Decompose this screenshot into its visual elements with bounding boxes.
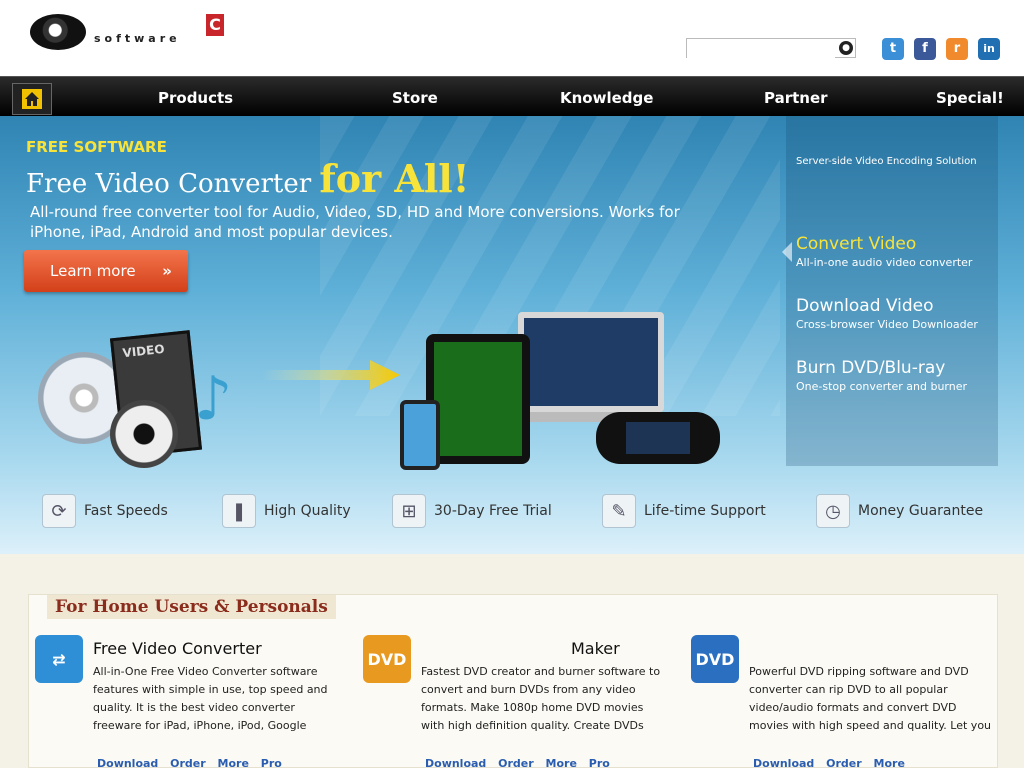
twitter-icon[interactable]: t [882,38,904,60]
side-item-subtitle: One-stop converter and burner [796,380,968,393]
site-header: software C ● t f r in [0,0,1024,76]
laptop-icon [518,312,664,412]
video-converter-icon: ⇄ [35,635,83,683]
cart-icon: ⊞ [392,494,426,528]
refresh-icon: ⟳ [42,494,76,528]
logo-disc-icon [30,14,86,50]
search-input[interactable] [687,42,835,60]
tablet-icon [426,334,530,464]
download-link[interactable]: Download [753,757,814,768]
card-description: Powerful DVD ripping software and DVD co… [749,665,992,732]
card-links: Download Order More Pro [425,757,618,768]
card-description: All-in-One Free Video Converter software… [93,665,328,732]
hero-eyebrow: FREE SOFTWARE [26,138,167,156]
facebook-icon[interactable]: f [914,38,936,60]
pro-link[interactable]: Pro [589,757,610,768]
hero-headline-start: Free Video Converter [26,169,312,199]
devices-illustration [400,312,730,472]
download-link[interactable]: Download [97,757,158,768]
nav-partner[interactable]: Partner [754,82,838,114]
hero-headline: Free Video Converter for All! [26,156,469,201]
side-item-subtitle: Cross-browser Video Downloader [796,318,978,331]
bookmark-icon: ❚ [222,494,256,528]
more-link[interactable]: More [218,757,249,768]
speaker-icon [110,400,178,468]
card-title[interactable]: Free Video Converter [93,639,262,658]
learn-more-label: Learn more [50,262,136,280]
main-nav: Products Store Knowledge Partner Special… [0,76,1024,116]
card-links: Download Order More [753,757,913,768]
hero-side-menu: Server-side Video Encoding Solution Conv… [782,116,998,466]
wrench-icon: ✎ [602,494,636,528]
search-box: ● [686,38,856,60]
search-icon[interactable]: ● [839,41,853,55]
logo-mark: C [206,14,224,36]
logo-wordmark: software [94,32,181,45]
feature-label: 30-Day Free Trial [434,503,552,519]
section-heading: For Home Users & Personals [47,595,336,619]
card-title[interactable]: Maker [571,639,620,658]
feature-fast-speeds: ⟳ Fast Speeds [42,494,168,528]
side-top-text[interactable]: Server-side Video Encoding Solution [796,156,992,167]
conversion-arrow-icon [262,360,400,390]
learn-more-button[interactable]: Learn more » [24,250,188,292]
card-links: Download Order More Pro [97,757,290,768]
nav-products[interactable]: Products [148,82,243,114]
download-link[interactable]: Download [425,757,486,768]
side-item-burn-dvd[interactable]: Burn DVD/Blu-ray One-stop converter and … [796,358,996,393]
product-card-dvd-maker: DVD Maker Fastest DVD creator and burner… [363,631,663,768]
feature-free-trial: ⊞ 30-Day Free Trial [392,494,552,528]
hero-tagline: All-round free converter tool for Audio,… [30,203,680,241]
rss-icon[interactable]: r [946,38,968,60]
feature-label: High Quality [264,503,351,519]
side-item-title: Convert Video [796,234,917,254]
product-card-video-converter: ⇄ Free Video Converter All-in-One Free V… [35,631,335,768]
side-item-subtitle: All-in-one audio video converter [796,256,973,269]
more-link[interactable]: More [874,757,905,768]
feature-label: Fast Speeds [84,503,168,519]
product-card-dvd-ripper: DVD Powerful DVD ripping software and DV… [691,631,991,768]
order-link[interactable]: Order [170,757,206,768]
feature-high-quality: ❚ High Quality [222,494,351,528]
clock-icon: ◷ [816,494,850,528]
company-logo[interactable]: software C [22,12,228,52]
nav-knowledge[interactable]: Knowledge [550,82,663,114]
side-item-title: Burn DVD/Blu-ray [796,358,946,378]
feature-label: Money Guarantee [858,503,984,519]
pro-link[interactable]: Pro [261,757,282,768]
more-link[interactable]: More [546,757,577,768]
side-item-download-video[interactable]: Download Video Cross-browser Video Downl… [796,296,996,331]
hero-headline-end: for All! [319,156,470,201]
dvd-maker-icon: DVD [363,635,411,683]
dvd-ripper-icon: DVD [691,635,739,683]
double-chevron-icon: » [162,262,172,280]
home-icon [22,89,42,109]
active-pointer-icon [782,242,792,262]
phone-icon [400,400,440,470]
products-section: For Home Users & Personals ⇄ Free Video … [28,594,998,768]
feature-money-guarantee: ◷ Money Guarantee [816,494,983,528]
feature-lifetime-support: ✎ Life-time Support [602,494,766,528]
nav-special[interactable]: Special! [926,82,1014,114]
media-illustration: ♪ [38,330,246,474]
side-item-title: Download Video [796,296,934,316]
order-link[interactable]: Order [498,757,534,768]
linkedin-icon[interactable]: in [978,38,1000,60]
home-button[interactable] [12,83,52,115]
music-note-icon: ♪ [194,364,233,434]
feature-label: Life-time Support [644,503,766,519]
order-link[interactable]: Order [826,757,862,768]
handheld-console-icon [596,412,720,464]
nav-store[interactable]: Store [382,82,448,114]
card-description: Fastest DVD creator and burner software … [421,665,661,732]
side-item-convert-video[interactable]: Convert Video All-in-one audio video con… [782,234,996,269]
hero-banner: FREE SOFTWARE Free Video Converter for A… [0,116,1024,554]
